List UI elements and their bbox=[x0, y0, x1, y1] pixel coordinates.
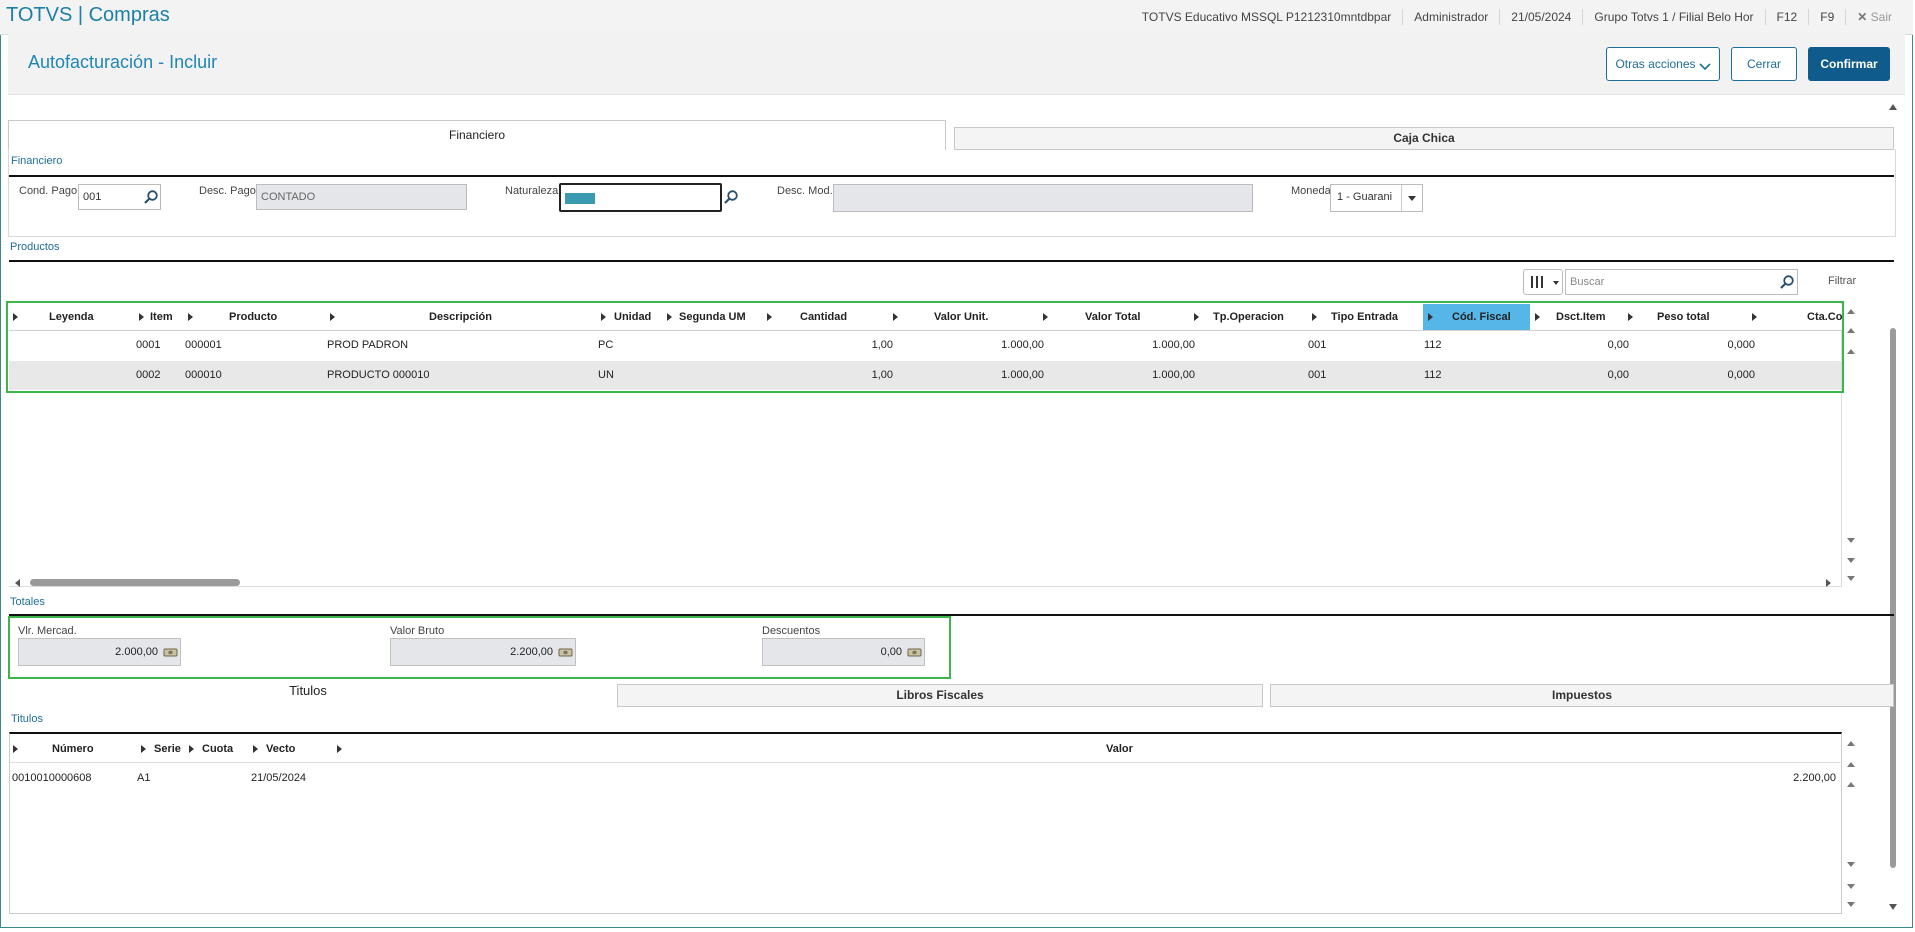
date-label[interactable]: 21/05/2024 bbox=[1499, 9, 1582, 25]
user-label[interactable]: Administrador bbox=[1402, 9, 1499, 25]
grid-search-placeholder: Buscar bbox=[1570, 276, 1605, 288]
desc-pago-input[interactable]: CONTADO bbox=[256, 184, 467, 210]
tab-titulos[interactable]: Titulos bbox=[8, 679, 608, 709]
column-picker-button[interactable] bbox=[1523, 269, 1563, 295]
tab-caja-chica[interactable]: Caja Chica bbox=[954, 127, 1894, 150]
f9-button[interactable]: F9 bbox=[1808, 9, 1845, 25]
titulos-vertical-scrollbar[interactable] bbox=[1844, 736, 1858, 914]
top-status-bar: TOTVS Educativo MSSQL P1212310mntdbpar A… bbox=[1131, 0, 1903, 34]
scroll-page-down-icon[interactable] bbox=[1847, 884, 1855, 889]
col-header-cuota[interactable]: Cuota bbox=[189, 736, 233, 762]
cell-valor: 2.200,00 bbox=[1793, 772, 1836, 784]
cell-serie: A1 bbox=[137, 772, 151, 784]
scroll-top-icon[interactable] bbox=[1847, 741, 1855, 746]
scroll-up-arrow[interactable] bbox=[1889, 104, 1897, 110]
confirm-button[interactable]: Confirmar bbox=[1808, 47, 1890, 81]
environment-label[interactable]: TOTVS Educativo MSSQL P1212310mntdbpar bbox=[1131, 9, 1402, 25]
grid-vertical-scrollbar[interactable] bbox=[1844, 304, 1858, 586]
grid-horizontal-scrollbar[interactable] bbox=[9, 576, 1841, 590]
scroll-right-icon[interactable] bbox=[1826, 579, 1831, 587]
columns-icon bbox=[1531, 276, 1533, 288]
other-actions-button[interactable]: Otras acciones bbox=[1606, 47, 1720, 81]
table-row[interactable]: 0010010000608 A1 21/05/2024 2.200,00 bbox=[10, 764, 1840, 792]
caret-right-icon bbox=[337, 745, 342, 753]
desc-mod-input[interactable] bbox=[833, 184, 1253, 212]
desc-mod-label: Desc. Mod. bbox=[777, 185, 833, 197]
cond-pago-label: Cond. Pago bbox=[19, 185, 78, 197]
productos-section-label: Productos bbox=[10, 241, 60, 253]
tab-financiero[interactable]: Financiero bbox=[8, 120, 946, 150]
financiero-divider bbox=[9, 175, 1894, 177]
scroll-thumb[interactable] bbox=[1890, 328, 1896, 868]
naturaleza-search-icon[interactable] bbox=[723, 189, 739, 205]
grid-search-input[interactable]: Buscar bbox=[1565, 269, 1798, 295]
app-title: TOTVS | Compras bbox=[6, 4, 170, 26]
scroll-down-arrow[interactable] bbox=[1889, 904, 1897, 910]
titulos-header-divider bbox=[10, 762, 1840, 763]
cond-pago-search-icon[interactable] bbox=[143, 189, 159, 205]
naturaleza-input[interactable] bbox=[559, 183, 722, 212]
branch-label[interactable]: Grupo Totvs 1 / Filial Belo Hor bbox=[1582, 9, 1764, 25]
exit-label: Sair bbox=[1870, 10, 1892, 24]
horizontal-scroll-thumb[interactable] bbox=[30, 579, 240, 586]
col-header-serie-label: Serie bbox=[154, 743, 181, 755]
chevron-down-icon bbox=[1698, 63, 1711, 71]
moneda-select[interactable]: 1 - Guarani bbox=[1330, 184, 1423, 212]
top-bar: TOTVS | Compras TOTVS Educativo MSSQL P1… bbox=[0, 0, 1913, 35]
col-header-cuota-label: Cuota bbox=[202, 743, 234, 755]
financiero-section-label: Financiero bbox=[11, 155, 63, 167]
scroll-bottom-icon[interactable] bbox=[1847, 902, 1855, 907]
search-icon[interactable] bbox=[1779, 274, 1795, 290]
scroll-up-icon[interactable] bbox=[1847, 782, 1855, 787]
chevron-down-icon bbox=[1408, 196, 1416, 201]
scroll-left-icon[interactable] bbox=[15, 579, 20, 587]
scroll-down-icon[interactable] bbox=[1847, 538, 1855, 543]
totales-section-label: Totales bbox=[10, 596, 45, 608]
caret-right-icon bbox=[253, 745, 258, 753]
exit-button[interactable]: ✕ Sair bbox=[1845, 9, 1903, 25]
scroll-page-down-icon[interactable] bbox=[1847, 558, 1855, 563]
tab-libros-fiscales[interactable]: Libros Fiscales bbox=[617, 684, 1263, 707]
chevron-down-icon bbox=[1553, 281, 1559, 285]
moneda-label: Moneda bbox=[1291, 185, 1331, 197]
col-header-valor[interactable]: Valor bbox=[337, 736, 1133, 762]
scroll-top-icon[interactable] bbox=[1847, 309, 1855, 314]
grid-header-arrow[interactable] bbox=[13, 736, 18, 762]
cell-vecto: 21/05/2024 bbox=[251, 772, 307, 784]
productos-divider bbox=[9, 260, 1894, 262]
annotation-highlight-grid bbox=[6, 301, 1844, 393]
moneda-value: 1 - Guarani bbox=[1337, 191, 1393, 203]
f12-button[interactable]: F12 bbox=[1764, 9, 1809, 25]
moneda-dropdown-arrow[interactable] bbox=[1401, 185, 1422, 211]
col-header-valor-label: Valor bbox=[1106, 743, 1133, 755]
naturaleza-selection bbox=[565, 193, 595, 204]
caret-right-icon bbox=[189, 745, 194, 753]
col-header-numero[interactable]: Número bbox=[52, 736, 94, 762]
close-button[interactable]: Cerrar bbox=[1731, 47, 1797, 81]
scroll-down-icon[interactable] bbox=[1847, 862, 1855, 867]
filter-button[interactable]: Filtrar bbox=[1828, 275, 1856, 287]
col-header-vecto[interactable]: Vecto bbox=[253, 736, 295, 762]
cell-numero: 0010010000608 bbox=[12, 772, 92, 784]
titulos-section-label: Titulos bbox=[11, 713, 43, 725]
tab-impuestos[interactable]: Impuestos bbox=[1270, 684, 1894, 707]
scroll-page-up-icon[interactable] bbox=[1847, 328, 1855, 333]
other-actions-label: Otras acciones bbox=[1615, 57, 1696, 71]
scroll-page-up-icon[interactable] bbox=[1847, 762, 1855, 767]
naturaleza-label: Naturaleza bbox=[505, 185, 559, 197]
scroll-up-icon[interactable] bbox=[1847, 349, 1855, 354]
desc-pago-label: Desc. Pago bbox=[199, 185, 256, 197]
page-header: Autofacturación - Incluir Otras acciones… bbox=[8, 34, 1905, 95]
annotation-highlight-totales bbox=[8, 616, 951, 679]
caret-right-icon bbox=[13, 745, 18, 753]
caret-right-icon bbox=[141, 745, 146, 753]
col-header-serie[interactable]: Serie bbox=[141, 736, 181, 762]
scroll-bottom-icon[interactable] bbox=[1847, 576, 1855, 581]
col-header-vecto-label: Vecto bbox=[266, 743, 296, 755]
close-icon: ✕ bbox=[1857, 10, 1868, 24]
page-title: Autofacturación - Incluir bbox=[28, 52, 218, 72]
